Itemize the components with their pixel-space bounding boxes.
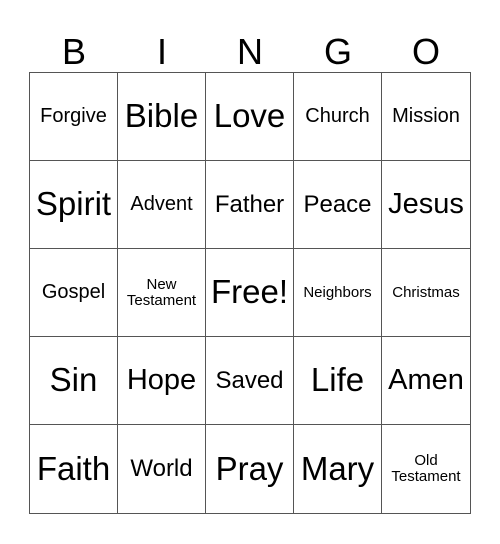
header-letter-i: I: [156, 31, 167, 72]
bingo-cell[interactable]: Spirit: [30, 161, 118, 249]
bingo-cell[interactable]: Hope: [118, 337, 206, 425]
header-letter-b: B: [61, 31, 86, 72]
bingo-card-grid: Forgive Bible Love Church Mission Spirit…: [29, 72, 471, 514]
bingo-cell[interactable]: Bible: [118, 73, 206, 161]
bingo-cell[interactable]: Mary: [294, 425, 382, 513]
bingo-cell[interactable]: Amen: [382, 337, 470, 425]
bingo-cell[interactable]: Faith: [30, 425, 118, 513]
bingo-cell[interactable]: New Testament: [118, 249, 206, 337]
bingo-cell[interactable]: Gospel: [30, 249, 118, 337]
header-letter-g: G: [323, 31, 352, 72]
bingo-cell[interactable]: Neighbors: [294, 249, 382, 337]
bingo-cell[interactable]: Church: [294, 73, 382, 161]
bingo-cell[interactable]: Sin: [30, 337, 118, 425]
bingo-header: B I N G O: [30, 30, 470, 73]
bingo-cell[interactable]: Mission: [382, 73, 470, 161]
header-letter-n: N: [237, 31, 263, 72]
bingo-cell[interactable]: Christmas: [382, 249, 470, 337]
bingo-cell[interactable]: Father: [206, 161, 294, 249]
bingo-cell[interactable]: World: [118, 425, 206, 513]
bingo-cell[interactable]: Forgive: [30, 73, 118, 161]
bingo-cell[interactable]: Love: [206, 73, 294, 161]
bingo-cell[interactable]: Peace: [294, 161, 382, 249]
bingo-cell[interactable]: Saved: [206, 337, 294, 425]
bingo-cell[interactable]: Jesus: [382, 161, 470, 249]
bingo-cell[interactable]: Pray: [206, 425, 294, 513]
bingo-cell[interactable]: Life: [294, 337, 382, 425]
bingo-cell[interactable]: Old Testament: [382, 425, 470, 513]
free-space-cell[interactable]: Free!: [206, 249, 294, 337]
header-letter-o: O: [411, 31, 440, 72]
bingo-cell[interactable]: Advent: [118, 161, 206, 249]
